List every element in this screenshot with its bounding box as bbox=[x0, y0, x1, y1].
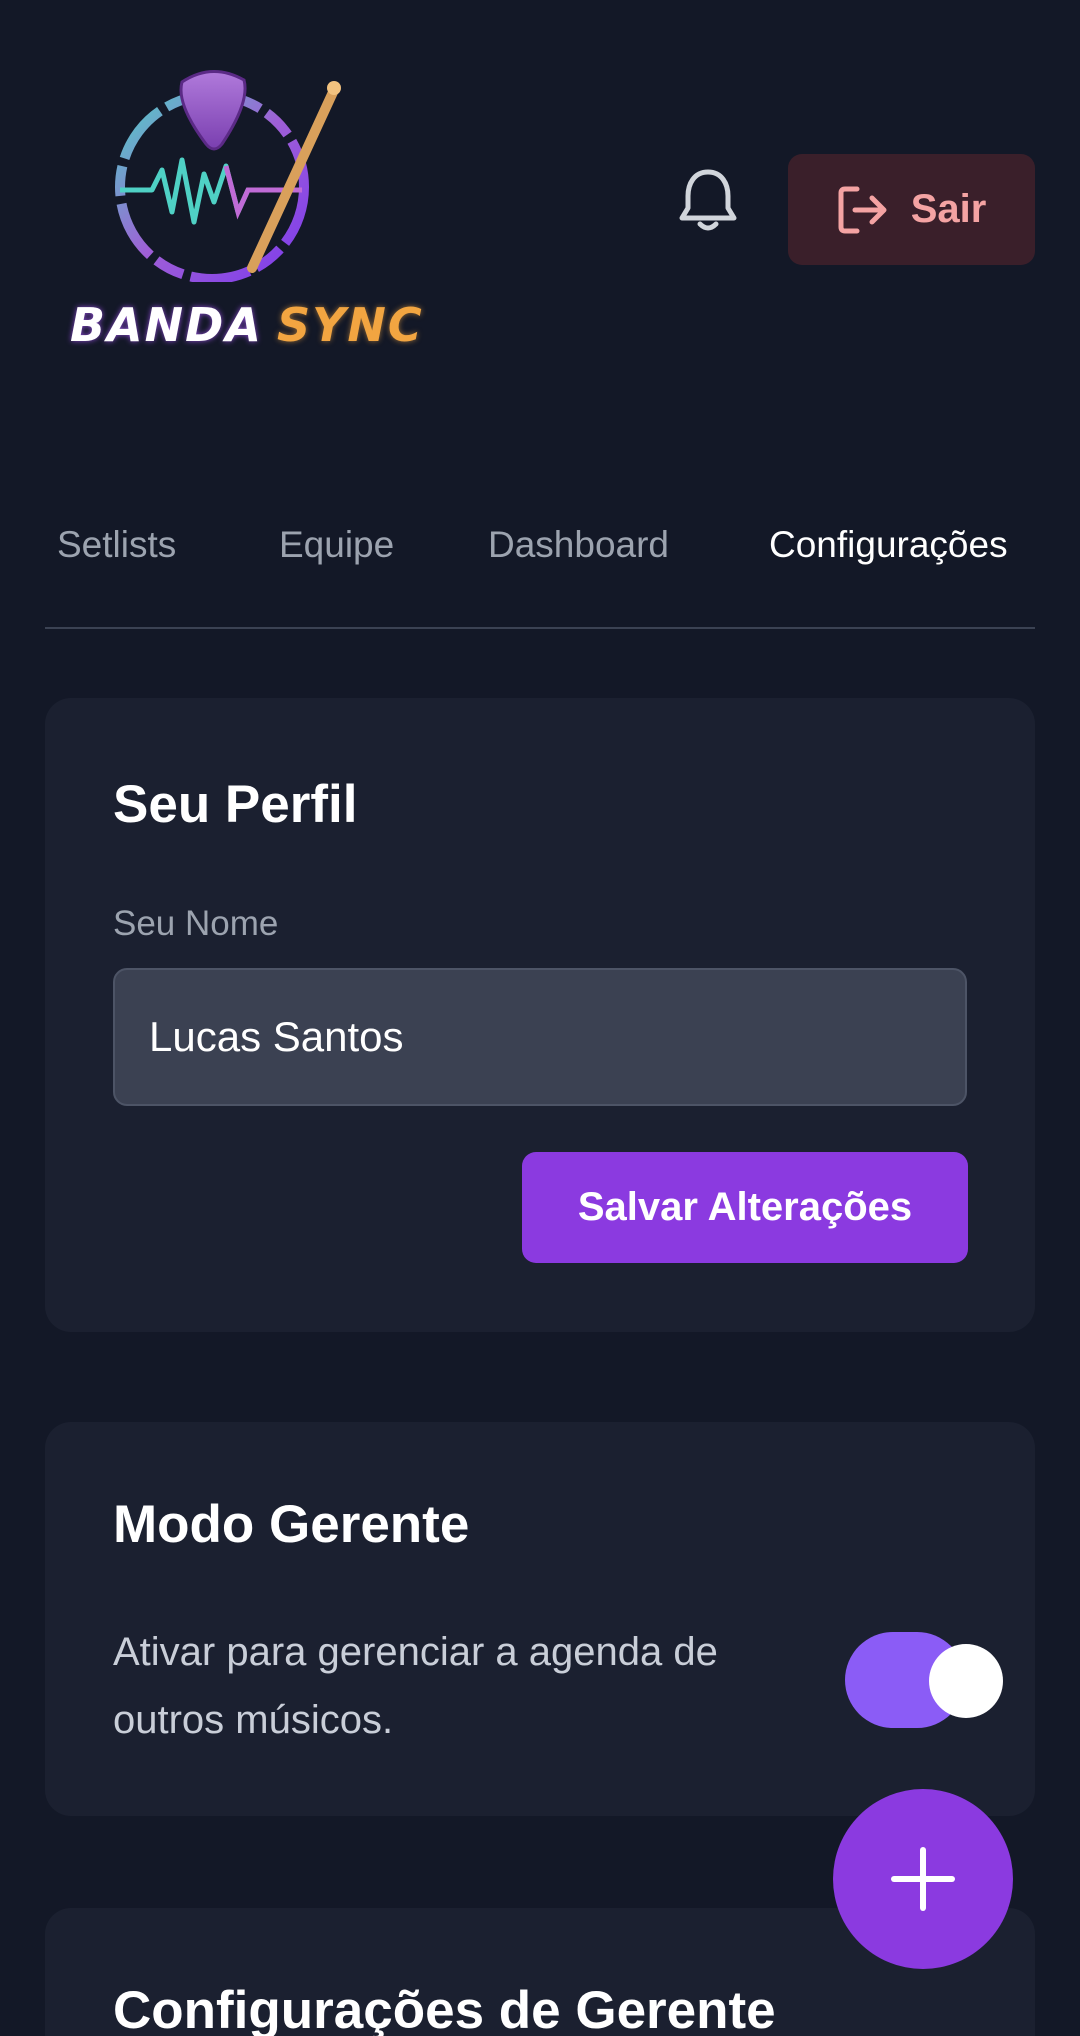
manager-mode-card: Modo Gerente Ativar para gerenciar a age… bbox=[45, 1422, 1035, 1816]
profile-card: Seu Perfil Seu Nome Salvar Alterações bbox=[45, 698, 1035, 1332]
name-input[interactable] bbox=[113, 968, 967, 1106]
logout-label: Sair bbox=[910, 187, 987, 231]
logout-icon bbox=[838, 186, 887, 233]
logo-wordmark: BANDA SYNC bbox=[70, 298, 424, 352]
tab-equipe[interactable]: Equipe bbox=[279, 524, 394, 566]
tab-setlists[interactable]: Setlists bbox=[57, 524, 176, 566]
settings-page: BANDA SYNC Sair Setlists Equipe Dashboard… bbox=[0, 0, 1080, 2036]
manager-mode-title: Modo Gerente bbox=[113, 1495, 470, 1554]
tab-dashboard[interactable]: Dashboard bbox=[488, 524, 669, 566]
name-field-label: Seu Nome bbox=[113, 904, 279, 943]
manager-config-title: Configurações de Gerente bbox=[113, 1981, 776, 2036]
main-tabs: Setlists Equipe Dashboard Configurações bbox=[45, 524, 1035, 629]
banda-sync-logo: BANDA SYNC bbox=[62, 62, 422, 362]
tab-configuracoes[interactable]: Configurações bbox=[769, 524, 1008, 566]
notifications-bell-icon[interactable] bbox=[676, 166, 740, 236]
profile-title: Seu Perfil bbox=[113, 775, 358, 834]
add-fab-button[interactable] bbox=[833, 1789, 1013, 1969]
logo-word-banda: BANDA bbox=[70, 298, 263, 352]
toggle-knob bbox=[929, 1644, 1003, 1718]
logout-button[interactable]: Sair bbox=[788, 154, 1035, 265]
logo-emblem-icon bbox=[115, 70, 341, 282]
plus-icon bbox=[891, 1847, 955, 1911]
logo-word-sync: SYNC bbox=[276, 298, 424, 352]
manager-mode-toggle[interactable] bbox=[845, 1632, 1005, 1728]
manager-mode-description: Ativar para gerenciar a agenda de outros… bbox=[113, 1630, 718, 1742]
save-changes-button[interactable]: Salvar Alterações bbox=[522, 1152, 968, 1263]
